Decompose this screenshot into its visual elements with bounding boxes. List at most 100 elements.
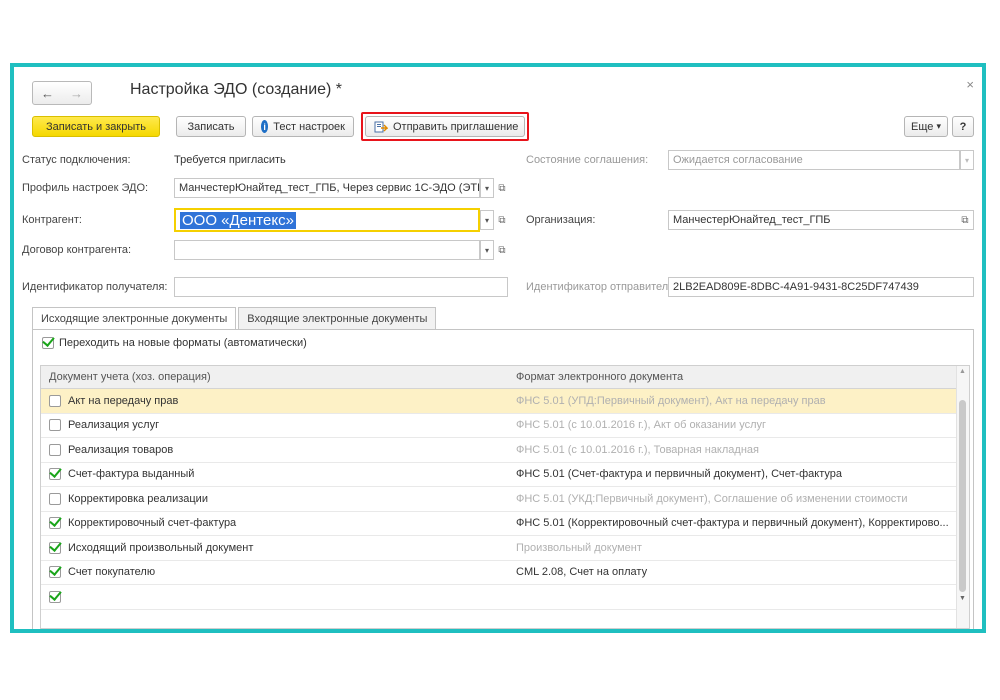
scroll-down-icon[interactable]: ▼ — [959, 595, 966, 602]
back-arrow-icon[interactable]: ← — [41, 87, 54, 100]
format-cell[interactable] — [508, 585, 969, 609]
agreement-field: Ожидается согласование — [668, 150, 960, 170]
document-cell: Корректировка реализации — [41, 487, 508, 511]
document-name: Счет-фактура выданный — [68, 468, 195, 481]
help-button[interactable]: ? — [952, 116, 974, 137]
table-row[interactable]: Исходящий произвольный документ Произволь… — [41, 536, 969, 561]
document-cell: Акт на передачу прав — [41, 389, 508, 413]
row-checkbox[interactable] — [49, 566, 61, 579]
document-cell: Реализация услуг — [41, 414, 508, 438]
row-checkbox[interactable] — [49, 541, 61, 554]
window-frame: ← → Настройка ЭДО (создание) * × Записат… — [10, 63, 986, 633]
organization-label: Организация: — [526, 214, 596, 226]
forward-arrow-icon[interactable]: → — [70, 87, 83, 100]
format-cell[interactable]: ФНС 5.01 (Корректировочный счет-фактура … — [508, 512, 969, 536]
agreement-label: Состояние соглашения: — [526, 154, 649, 166]
table-row[interactable]: Корректировка реализации ФНС 5.01 (УКД:Пе… — [41, 487, 969, 512]
profile-field[interactable]: МанчестерЮнайтед_тест_ГПБ, Через сервис … — [174, 178, 480, 198]
row-checkbox[interactable] — [49, 492, 61, 505]
format-cell[interactable]: ФНС 5.01 (Счет-фактура и первичный докум… — [508, 463, 969, 487]
auto-switch-label: Переходить на новые форматы (автоматичес… — [59, 337, 307, 349]
tab-incoming-documents[interactable]: Входящие электронные документы — [238, 307, 437, 329]
test-settings-button[interactable]: i Тест настроек — [252, 116, 354, 137]
document-name: Корректировка реализации — [68, 492, 208, 505]
more-label: Еще — [911, 120, 934, 133]
organization-open-icon[interactable]: ⧉ — [958, 210, 972, 230]
profile-label: Профиль настроек ЭДО: — [22, 182, 149, 194]
agreement-dropdown-icon: ▾ — [960, 150, 974, 170]
column-header-document[interactable]: Документ учета (хоз. операция) — [41, 366, 508, 388]
recipient-id-field[interactable] — [174, 277, 508, 297]
document-cell: Исходящий произвольный документ — [41, 536, 508, 560]
row-checkbox[interactable] — [49, 590, 61, 603]
scrollbar-thumb[interactable] — [959, 400, 966, 592]
table-body: Акт на передачу прав ФНС 5.01 (УПД:Первич… — [41, 389, 969, 610]
table-header: Документ учета (хоз. операция) Формат эл… — [41, 366, 969, 389]
row-checkbox[interactable] — [49, 517, 61, 530]
tab-outgoing-documents[interactable]: Исходящие электронные документы — [32, 307, 237, 330]
sender-id-label: Идентификатор отправителя: — [526, 281, 678, 293]
document-cell: Счет покупателю — [41, 561, 508, 585]
status-label: Статус подключения: — [22, 154, 131, 166]
contract-dropdown-icon[interactable]: ▾ — [480, 240, 494, 260]
format-cell[interactable]: ФНС 5.01 (УПД:Первичный документ), Акт н… — [508, 389, 969, 413]
table-row[interactable]: Корректировочный счет-фактура ФНС 5.01 (К… — [41, 512, 969, 536]
table-row[interactable]: Реализация товаров ФНС 5.01 (с 10.01.2016… — [41, 438, 969, 463]
nav-buttons: ← → — [32, 81, 92, 105]
table-row[interactable]: Акт на передачу прав ФНС 5.01 (УПД:Первич… — [41, 389, 969, 414]
auto-switch-checkbox[interactable] — [42, 337, 54, 349]
document-name: Корректировочный счет-фактура — [68, 517, 237, 530]
format-cell[interactable]: CML 2.08, Счет на оплату — [508, 561, 969, 585]
counterparty-value: ООО «Дентекс» — [180, 211, 296, 229]
document-name: Счет покупателю — [68, 566, 156, 579]
format-cell[interactable]: Произвольный документ — [508, 536, 969, 560]
format-cell[interactable]: ФНС 5.01 (с 10.01.2016 г.), Товарная нак… — [508, 438, 969, 462]
document-name: Реализация услуг — [68, 419, 160, 432]
table-row[interactable]: Счет покупателю CML 2.08, Счет на оплату — [41, 561, 969, 585]
contract-label: Договор контрагента: — [22, 244, 132, 256]
document-name: Акт на передачу прав — [68, 394, 179, 407]
format-cell[interactable]: ФНС 5.01 (УКД:Первичный документ), Согла… — [508, 487, 969, 511]
test-settings-label: Тест настроек — [273, 120, 345, 133]
more-button[interactable]: Еще ▾ — [904, 116, 948, 137]
document-cell — [41, 585, 508, 609]
contract-field[interactable] — [174, 240, 480, 260]
scroll-up-icon[interactable]: ▲ — [959, 368, 966, 375]
organization-field[interactable]: МанчестерЮнайтед_тест_ГПБ — [668, 210, 974, 230]
row-checkbox[interactable] — [49, 419, 61, 432]
status-value: Требуется пригласить — [174, 154, 286, 166]
documents-table: Документ учета (хоз. операция) Формат эл… — [40, 365, 970, 629]
counterparty-dropdown-icon[interactable]: ▾ — [480, 210, 494, 230]
contract-open-icon[interactable]: ⧉ — [495, 240, 509, 260]
sender-id-field[interactable]: 2LB2EAD809E-8DBC-4A91-9431-8C25DF747439 — [668, 277, 974, 297]
counterparty-open-icon[interactable]: ⧉ — [495, 210, 509, 230]
chevron-down-icon: ▾ — [936, 121, 941, 131]
window-title: Настройка ЭДО (создание) * — [130, 81, 343, 98]
column-header-format[interactable]: Формат электронного документа — [508, 366, 969, 388]
vertical-scrollbar[interactable]: ▲ ▼ — [956, 366, 969, 628]
profile-dropdown-icon[interactable]: ▾ — [480, 178, 494, 198]
table-row[interactable] — [41, 585, 969, 610]
document-cell: Корректировочный счет-фактура — [41, 512, 508, 536]
row-checkbox[interactable] — [49, 394, 61, 407]
document-cell: Счет-фактура выданный — [41, 463, 508, 487]
document-name: Исходящий произвольный документ — [68, 541, 254, 554]
recipient-id-label: Идентификатор получателя: — [22, 281, 168, 293]
document-tabs: Исходящие электронные документы Входящие… — [32, 307, 438, 330]
table-row[interactable]: Реализация услуг ФНС 5.01 (с 10.01.2016 г… — [41, 414, 969, 438]
highlight-frame — [361, 112, 529, 141]
save-button[interactable]: Записать — [176, 116, 246, 137]
format-cell[interactable]: ФНС 5.01 (с 10.01.2016 г.), Акт об оказа… — [508, 414, 969, 438]
document-name: Реализация товаров — [68, 443, 174, 456]
document-cell: Реализация товаров — [41, 438, 508, 462]
row-checkbox[interactable] — [49, 468, 61, 481]
counterparty-field[interactable]: ООО «Дентекс» — [174, 208, 480, 232]
counterparty-label: Контрагент: — [22, 214, 82, 226]
close-icon[interactable]: × — [966, 77, 974, 92]
auto-switch-option[interactable]: Переходить на новые форматы (автоматичес… — [42, 337, 307, 349]
save-and-close-button[interactable]: Записать и закрыть — [32, 116, 160, 137]
table-row[interactable]: Счет-фактура выданный ФНС 5.01 (Счет-факт… — [41, 463, 969, 487]
info-icon: i — [261, 120, 269, 133]
profile-open-icon[interactable]: ⧉ — [495, 178, 509, 198]
row-checkbox[interactable] — [49, 443, 61, 456]
